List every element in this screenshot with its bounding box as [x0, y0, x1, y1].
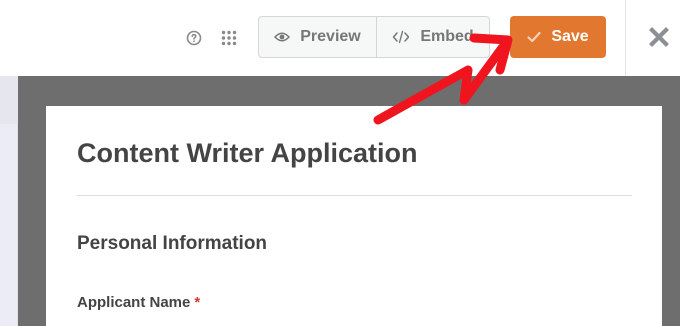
form-title: Content Writer Application [77, 138, 418, 168]
preview-label: Preview [300, 28, 361, 45]
embed-button[interactable]: Embed [377, 17, 489, 57]
preview-embed-group: Preview Embed [258, 16, 490, 58]
save-label: Save [551, 28, 589, 45]
field-label-text: Applicant Name [77, 294, 191, 311]
check-icon [527, 31, 551, 43]
form-preview-card: Content Writer Application Personal Info… [46, 106, 662, 326]
preview-button[interactable]: Preview [259, 17, 377, 57]
code-icon [392, 30, 420, 44]
eye-icon [274, 31, 300, 43]
help-icon[interactable] [186, 30, 202, 46]
close-icon [649, 27, 669, 47]
close-button[interactable] [647, 25, 671, 49]
builder-toolbar: Preview Embed Save [0, 0, 680, 76]
field-label-applicant-name[interactable]: Applicant Name * [77, 294, 200, 311]
required-indicator: * [194, 294, 201, 311]
toolbar-divider [625, 0, 626, 76]
title-divider [77, 195, 632, 196]
sidebar-strip-active [0, 76, 18, 124]
save-button[interactable]: Save [510, 16, 606, 58]
grid-dots-icon[interactable] [221, 30, 237, 46]
sidebar-strip [0, 76, 18, 326]
embed-label: Embed [420, 28, 474, 45]
section-title: Personal Information [77, 233, 268, 254]
